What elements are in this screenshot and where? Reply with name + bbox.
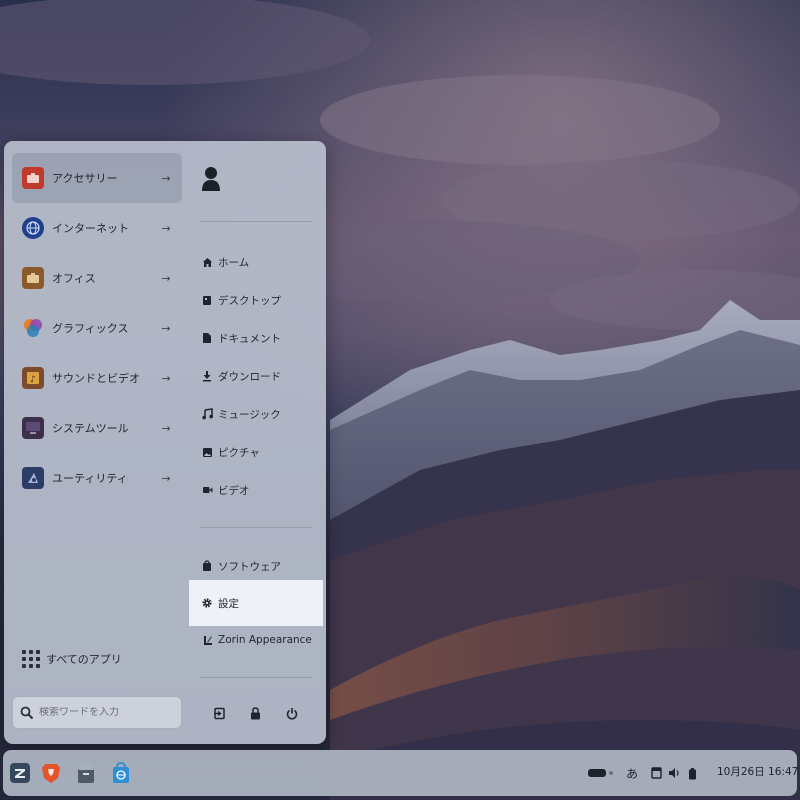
toolbox-icon — [22, 167, 44, 189]
app-zorin-appearance[interactable]: Zorin Appearance — [198, 627, 326, 653]
place-label: デスクトップ — [218, 294, 281, 307]
briefcase-icon — [22, 267, 44, 289]
monitor-icon — [22, 417, 44, 439]
place-documents[interactable]: ドキュメント — [198, 325, 326, 351]
brave-browser-button[interactable] — [36, 758, 66, 788]
place-label: ミュージック — [218, 408, 281, 421]
all-apps-label: すべてのアプリ — [46, 653, 122, 666]
picture-icon — [201, 446, 213, 458]
software-store-button[interactable] — [106, 758, 136, 788]
arrow-right-icon: → — [161, 371, 171, 385]
volume-icon — [669, 768, 679, 778]
document-icon — [201, 332, 213, 344]
category-internet[interactable]: インターネット → — [12, 203, 182, 253]
brave-browser-icon — [42, 764, 60, 783]
download-icon — [201, 370, 213, 382]
category-graphics[interactable]: グラフィックス → — [12, 303, 182, 353]
lock-icon — [250, 706, 260, 719]
place-label: ピクチャ — [218, 446, 260, 459]
app-settings[interactable]: 設定 — [189, 580, 323, 626]
taskbar: あ 10月26日 16:47 — [3, 750, 798, 796]
logout-button[interactable] — [211, 705, 227, 721]
category-label: サウンドとビデオ — [52, 372, 140, 385]
volume-indicator[interactable] — [667, 764, 681, 782]
zorin-appearance-icon — [201, 634, 213, 646]
arrow-right-icon: → — [161, 171, 171, 185]
category-label: ユーティリティ — [52, 472, 128, 485]
category-label: アクセサリー — [52, 172, 118, 185]
software-store-icon — [113, 762, 129, 783]
zorin-menu-icon — [10, 763, 30, 783]
window-indicator[interactable] — [649, 764, 663, 782]
arrow-right-icon: → — [161, 321, 171, 335]
place-videos[interactable]: ビデオ — [198, 477, 326, 503]
place-pictures[interactable]: ピクチャ — [198, 439, 326, 465]
place-label: ドキュメント — [218, 332, 281, 345]
start-menu: アクセサリー → インターネット → オフィス → グラフィックス → ♪ サウ… — [4, 141, 326, 744]
place-music[interactable]: ミュージック — [198, 401, 326, 427]
battery-indicator[interactable] — [685, 764, 699, 782]
app-software[interactable]: ソフトウェア — [198, 553, 326, 579]
place-desktop[interactable]: デスクトップ — [198, 287, 326, 313]
arrow-right-icon: → — [161, 421, 171, 435]
home-icon — [201, 256, 213, 268]
place-label: Zorin Appearance — [218, 634, 312, 646]
desktop-icon — [201, 294, 213, 306]
utility-icon — [22, 467, 44, 489]
user-avatar-icon[interactable] — [200, 165, 222, 193]
window-icon — [650, 767, 662, 779]
category-office[interactable]: オフィス → — [12, 253, 182, 303]
all-apps-button[interactable]: すべてのアプリ — [18, 645, 182, 673]
search-icon — [20, 706, 34, 719]
logout-icon — [213, 707, 225, 719]
power-button[interactable] — [284, 705, 300, 721]
software-bag-icon — [201, 560, 213, 572]
separator — [200, 527, 312, 528]
video-icon — [201, 484, 213, 496]
power-icon — [286, 707, 298, 719]
place-downloads[interactable]: ダウンロード — [198, 363, 326, 389]
files-button[interactable] — [71, 758, 101, 788]
search-input[interactable] — [39, 707, 169, 718]
media-icon: ♪ — [22, 367, 44, 389]
category-label: インターネット — [52, 222, 129, 235]
zorin-menu-button[interactable] — [5, 758, 35, 788]
category-accessories[interactable]: アクセサリー → — [12, 153, 182, 203]
search-box[interactable] — [12, 696, 182, 729]
category-label: システムツール — [52, 422, 129, 435]
display-indicator[interactable] — [586, 764, 616, 782]
place-label: ソフトウェア — [218, 560, 281, 573]
category-utilities[interactable]: ユーティリティ → — [12, 453, 182, 503]
grid-icon — [22, 650, 40, 668]
arrow-right-icon: → — [161, 221, 171, 235]
arrow-right-icon: → — [161, 271, 171, 285]
place-label: ビデオ — [218, 484, 250, 497]
files-icon — [78, 764, 94, 783]
separator — [200, 677, 312, 678]
music-icon — [201, 408, 213, 420]
category-label: グラフィックス — [52, 322, 129, 335]
globe-icon — [22, 217, 44, 239]
svg-text:♪: ♪ — [30, 375, 36, 385]
display-toggle-icon — [588, 769, 613, 777]
gear-icon — [201, 597, 213, 609]
category-system-tools[interactable]: システムツール → — [12, 403, 182, 453]
input-method-indicator[interactable]: あ — [624, 764, 640, 782]
separator — [200, 221, 312, 222]
category-sound-video[interactable]: ♪ サウンドとビデオ → — [12, 353, 182, 403]
category-label: オフィス — [52, 272, 96, 285]
place-label: ダウンロード — [218, 370, 281, 383]
arrow-right-icon: → — [161, 471, 171, 485]
battery-icon — [688, 767, 696, 779]
clock[interactable]: 10月26日 16:47 — [717, 764, 798, 779]
place-home[interactable]: ホーム — [198, 249, 326, 275]
palette-icon — [22, 317, 44, 339]
lock-button[interactable] — [247, 705, 263, 721]
place-label: 設定 — [218, 597, 239, 610]
place-label: ホーム — [218, 256, 250, 269]
